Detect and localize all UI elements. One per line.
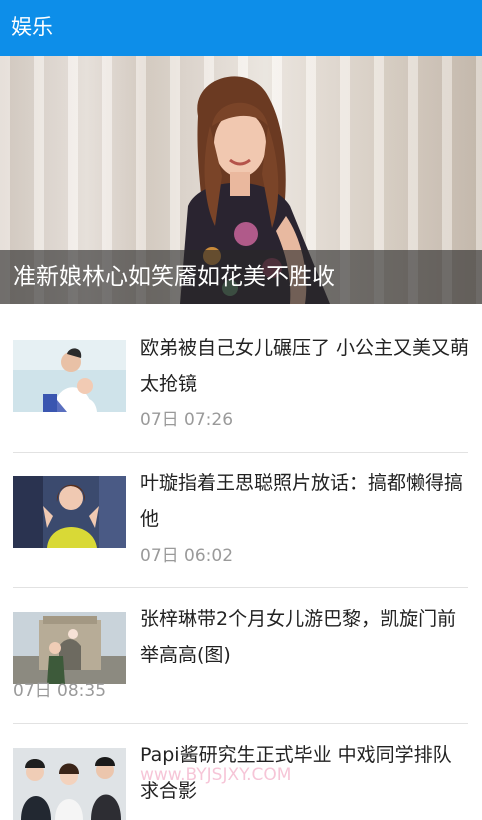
news-thumbnail <box>13 476 126 548</box>
news-item[interactable]: 欧弟被自己女儿碾压了 小公主又美又萌太抢镜 07日 07:26 <box>13 318 470 453</box>
page-title: 娱乐 <box>11 15 53 39</box>
news-time: 07日 06:02 <box>140 546 234 566</box>
hero-banner[interactable]: 准新娘林心如笑靥如花美不胜收 <box>0 56 482 304</box>
hero-caption: 准新娘林心如笑靥如花美不胜收 <box>13 264 335 290</box>
news-title: 张梓琳带2个月女儿游巴黎，凯旋门前举高高(图) <box>140 608 457 666</box>
news-thumbnail <box>13 340 126 412</box>
news-time: 07日 07:26 <box>140 410 234 430</box>
news-thumbnail <box>13 612 126 684</box>
news-time: 07日 08:35 <box>13 681 107 701</box>
news-title: 欧弟被自己女儿碾压了 小公主又美又萌太抢镜 <box>140 337 470 395</box>
watermark: www.BYJSJXY.COM <box>140 765 292 785</box>
news-title: 叶璇指着王思聪照片放话：搞都懒得搞他 <box>140 472 464 530</box>
hero-caption-bar: 准新娘林心如笑靥如花美不胜收 <box>0 250 482 304</box>
news-item[interactable]: Papi酱研究生正式毕业 中戏同学排队求合影 <box>13 724 468 820</box>
news-thumbnail <box>13 748 126 820</box>
app-bar: 娱乐 <box>0 0 482 56</box>
news-item[interactable]: 叶璇指着王思聪照片放话：搞都懒得搞他 07日 06:02 <box>13 453 468 588</box>
news-item[interactable]: 张梓琳带2个月女儿游巴黎，凯旋门前举高高(图) 07日 08:35 <box>13 588 468 724</box>
